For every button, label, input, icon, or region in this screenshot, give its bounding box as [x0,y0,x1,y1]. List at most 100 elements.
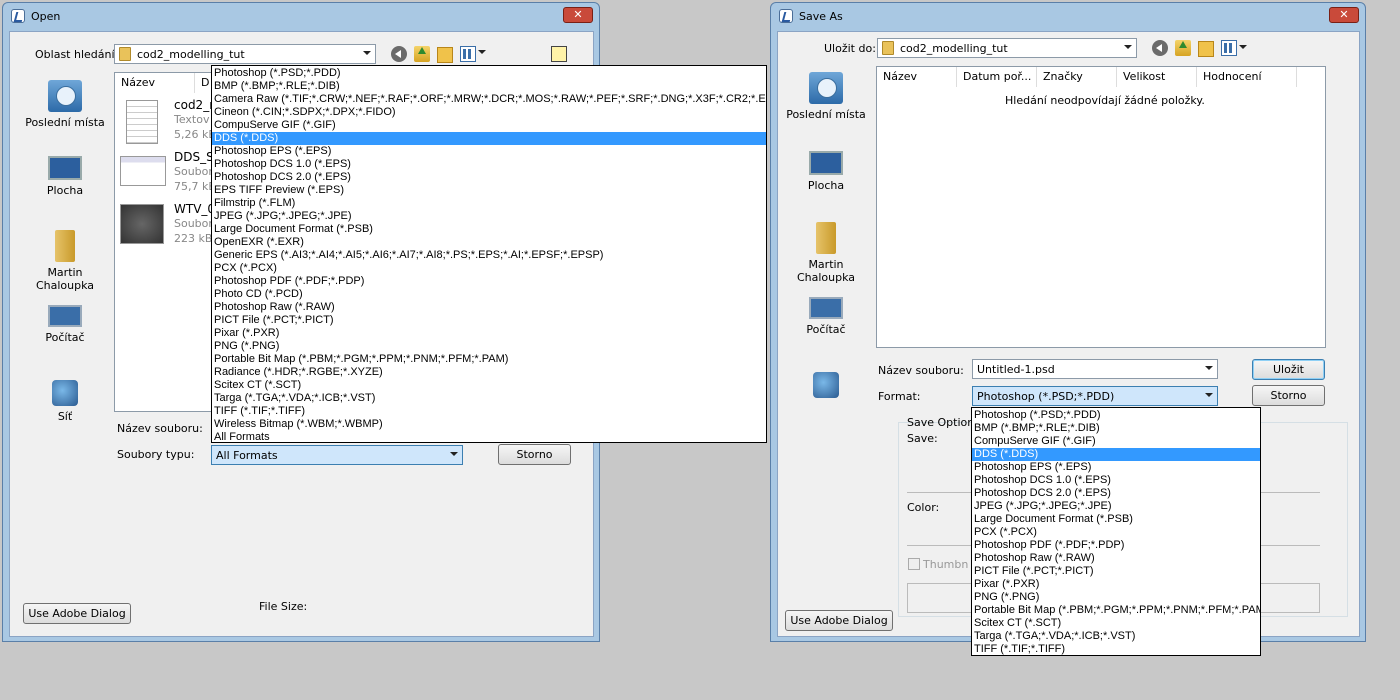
dropdown-option[interactable]: Targa (*.TGA;*.VDA;*.ICB;*.VST) [972,630,1260,643]
dropdown-option[interactable]: Camera Raw (*.TIF;*.CRW;*.NEF;*.RAF;*.OR… [212,93,766,106]
new-folder-icon[interactable] [1198,41,1214,57]
file-row[interactable]: WTV_0 Soubor 223 kB [120,202,215,252]
open-titlebar[interactable]: Open ✕ [3,3,599,29]
back-icon[interactable] [391,46,407,62]
dropdown-option[interactable]: OpenEXR (*.EXR) [212,236,766,249]
place-recent[interactable]: Poslední místa [20,80,110,129]
dropdown-option[interactable]: EPS TIFF Preview (*.EPS) [212,184,766,197]
dropdown-option[interactable]: Photo CD (*.PCD) [212,288,766,301]
dropdown-option[interactable]: Photoshop Raw (*.RAW) [212,301,766,314]
dropdown-option[interactable]: Photoshop PDF (*.PDF;*.PDP) [212,275,766,288]
use-adobe-dialog-button[interactable]: Use Adobe Dialog [23,603,131,624]
dropdown-option[interactable]: BMP (*.BMP;*.RLE;*.DIB) [212,80,766,93]
dropdown-option[interactable]: Photoshop EPS (*.EPS) [972,461,1260,474]
thumbnail-checkbox[interactable] [908,558,920,570]
column-header-tags[interactable]: Značky [1037,67,1117,87]
place-recent[interactable]: Poslední místa [781,72,871,121]
file-row[interactable]: DDS_Sa Soubor 75,7 kB [120,150,221,200]
up-folder-icon[interactable] [414,46,430,62]
file-name-input[interactable]: Untitled-1.psd [972,359,1218,379]
place-network[interactable] [781,372,871,402]
file-type-combo[interactable]: All Formats [211,445,463,465]
dropdown-option[interactable]: Photoshop (*.PSD;*.PDD) [212,67,766,80]
close-button[interactable]: ✕ [563,7,593,23]
save-in-combo[interactable]: cod2_modelling_tut [877,38,1137,58]
dropdown-option[interactable]: Photoshop Raw (*.RAW) [972,552,1260,565]
place-user[interactable]: Martin Chaloupka [20,230,110,292]
dropdown-option[interactable]: Scitex CT (*.SCT) [972,617,1260,630]
view-chevron-icon[interactable] [478,50,486,54]
back-icon[interactable] [1152,40,1168,56]
dropdown-option[interactable]: Photoshop DCS 2.0 (*.EPS) [972,487,1260,500]
dropdown-option[interactable]: PCX (*.PCX) [212,262,766,275]
column-header-date[interactable]: Datum poř... [957,67,1037,87]
place-user[interactable]: Martin Chaloupka [781,222,871,284]
place-network[interactable]: Síť [20,380,110,423]
dropdown-option[interactable]: Photoshop DCS 1.0 (*.EPS) [972,474,1260,487]
dropdown-option[interactable]: JPEG (*.JPG;*.JPEG;*.JPE) [972,500,1260,513]
dropdown-option[interactable]: JPEG (*.JPG;*.JPEG;*.JPE) [212,210,766,223]
close-button[interactable]: ✕ [1329,7,1359,23]
place-computer[interactable]: Počítač [781,297,871,336]
dropdown-option[interactable]: Scitex CT (*.SCT) [212,379,766,392]
place-label: Martin Chaloupka [796,258,856,284]
dropdown-option[interactable]: Photoshop DCS 1.0 (*.EPS) [212,158,766,171]
dropdown-option[interactable]: CompuServe GIF (*.GIF) [212,119,766,132]
dropdown-option[interactable]: TIFF (*.TIF;*.TIFF) [212,405,766,418]
format-combo[interactable]: Photoshop (*.PSD;*.PDD) [972,386,1218,406]
dropdown-option[interactable]: PCX (*.PCX) [972,526,1260,539]
save-file-list[interactable]: Název Datum poř... Značky Velikost Hodno… [876,66,1326,348]
dropdown-option[interactable]: Pixar (*.PXR) [972,578,1260,591]
network-icon [813,372,839,398]
chevron-down-icon [1205,393,1213,397]
place-desktop[interactable]: Plocha [781,145,871,192]
dropdown-option[interactable]: TIFF (*.TIF;*.TIFF) [972,643,1260,656]
dropdown-option[interactable]: DDS (*.DDS) [972,448,1260,461]
dropdown-option[interactable]: PICT File (*.PCT;*.PICT) [972,565,1260,578]
new-folder-icon[interactable] [437,47,453,63]
view-menu-icon[interactable] [460,46,476,62]
save-titlebar[interactable]: Save As ✕ [771,3,1365,29]
dropdown-option[interactable]: Radiance (*.HDR;*.RGBE;*.XYZE) [212,366,766,379]
column-header-rating[interactable]: Hodnocení [1197,67,1297,87]
dropdown-option[interactable]: DDS (*.DDS) [212,132,766,145]
cancel-button[interactable]: Storno [1252,385,1325,406]
column-header-name[interactable]: Název [115,73,195,93]
view-menu-icon[interactable] [1221,40,1237,56]
dropdown-option[interactable]: All Formats [212,431,766,444]
up-folder-icon[interactable] [1175,40,1191,56]
dropdown-option[interactable]: Cineon (*.CIN;*.SDPX;*.DPX;*.FIDO) [212,106,766,119]
dropdown-option[interactable]: Portable Bit Map (*.PBM;*.PGM;*.PPM;*.PN… [212,353,766,366]
dropdown-option[interactable]: Photoshop (*.PSD;*.PDD) [972,409,1260,422]
dropdown-option[interactable]: PICT File (*.PCT;*.PICT) [212,314,766,327]
dropdown-option[interactable]: Targa (*.TGA;*.VDA;*.ICB;*.VST) [212,392,766,405]
dropdown-option[interactable]: PNG (*.PNG) [972,591,1260,604]
dropdown-option[interactable]: Photoshop DCS 2.0 (*.EPS) [212,171,766,184]
dropdown-option[interactable]: PNG (*.PNG) [212,340,766,353]
dropdown-option[interactable]: Photoshop EPS (*.EPS) [212,145,766,158]
dropdown-option[interactable]: CompuServe GIF (*.GIF) [972,435,1260,448]
look-in-combo[interactable]: cod2_modelling_tut [114,44,376,64]
column-header-name[interactable]: Název [877,67,957,87]
dropdown-option[interactable]: Filmstrip (*.FLM) [212,197,766,210]
cancel-button[interactable]: Storno [498,444,571,465]
use-adobe-dialog-button[interactable]: Use Adobe Dialog [785,610,893,631]
dropdown-option[interactable]: Photoshop PDF (*.PDF;*.PDP) [972,539,1260,552]
save-button[interactable]: Uložit [1252,359,1325,380]
place-desktop[interactable]: Plocha [20,150,110,197]
favorites-icon[interactable] [551,46,567,62]
dropdown-option[interactable]: Portable Bit Map (*.PBM;*.PGM;*.PPM;*.PN… [972,604,1260,617]
column-header-size[interactable]: Velikost [1117,67,1197,87]
format-dropdown[interactable]: Photoshop (*.PSD;*.PDD) BMP (*.BMP;*.RLE;… [971,407,1261,656]
file-type: Soubor [174,165,213,178]
dropdown-option[interactable]: Wireless Bitmap (*.WBM;*.WBMP) [212,418,766,431]
dropdown-option[interactable]: Large Document Format (*.PSB) [972,513,1260,526]
dropdown-option[interactable]: Large Document Format (*.PSB) [212,223,766,236]
dropdown-option[interactable]: Generic EPS (*.AI3;*.AI4;*.AI5;*.AI6;*.A… [212,249,766,262]
view-chevron-icon[interactable] [1239,45,1247,49]
dropdown-option[interactable]: Pixar (*.PXR) [212,327,766,340]
dropdown-option[interactable]: BMP (*.BMP;*.RLE;*.DIB) [972,422,1260,435]
place-computer[interactable]: Počítač [20,305,110,344]
file-row[interactable]: cod2_m Textov 5,26 kB [120,98,221,148]
file-type-dropdown[interactable]: Photoshop (*.PSD;*.PDD) BMP (*.BMP;*.RLE;… [211,65,767,443]
